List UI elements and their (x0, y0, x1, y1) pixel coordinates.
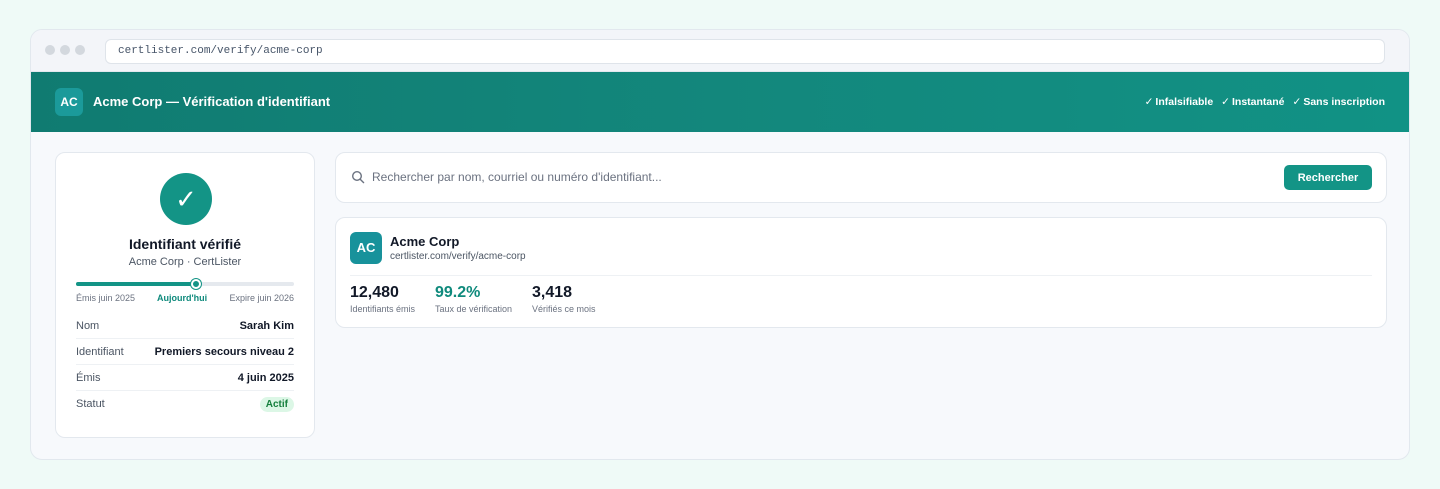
window-minimize-dot[interactable] (60, 45, 70, 55)
org-card-logo: AC (350, 232, 382, 264)
stat-label: Identifiants émis (350, 304, 416, 314)
feature-badge: ✓ Sans inscription (1293, 96, 1386, 108)
verified-check-icon: ✓ (160, 173, 212, 225)
detail-label: Identifiant (76, 345, 124, 358)
stat-label: Taux de vérification (435, 304, 513, 314)
credential-title: Identifiant vérifié (128, 236, 242, 252)
stat-value: 12,480 (350, 284, 399, 301)
window-zoom-dot[interactable] (75, 45, 85, 55)
search-button[interactable]: Rechercher (1284, 165, 1372, 190)
credential-card: ✓ Identifiant vérifié Acme Corp · CertLi… (55, 152, 315, 438)
stat-verified-month: 3,418 Vérifiés ce mois (532, 284, 596, 314)
browser-chrome: certlister.com/verify/acme-corp (31, 30, 1409, 72)
feature-badge-label: Instantané (1231, 96, 1285, 108)
detail-label: Émis (76, 371, 101, 384)
feature-badge-label: Infalsifiable (1155, 96, 1214, 108)
validity-progress-fill (76, 282, 196, 286)
browser-window: certlister.com/verify/acme-corp AC Acme … (30, 29, 1410, 460)
search-icon (351, 170, 365, 184)
detail-row-issued: Émis 4 juin 2025 (76, 365, 294, 391)
detail-row-name: Nom Sarah Kim (76, 313, 294, 339)
detail-value: 4 juin 2025 (237, 371, 294, 384)
page-header: AC Acme Corp — Vérification d'identifian… (31, 72, 1409, 132)
detail-label: Statut (76, 398, 105, 410)
credential-details: Nom Sarah Kim Identifiant Premiers secou… (76, 313, 294, 417)
check-icon: ✓ (1221, 96, 1230, 108)
detail-value: Sarah Kim (239, 319, 294, 332)
divider (350, 275, 1372, 276)
stat-label: Vérifiés ce mois (532, 304, 596, 314)
today-label: Aujourd'hui (157, 293, 208, 303)
feature-badges: ✓ Infalsifiable ✓ Instantané ✓ Sans inscrip… (1145, 96, 1385, 108)
search-input[interactable] (372, 165, 1272, 189)
issued-label: Émis juin 2025 (76, 293, 136, 303)
detail-label: Nom (76, 319, 100, 332)
address-bar[interactable]: certlister.com/verify/acme-corp (105, 39, 1385, 64)
stat-issued: 12,480 Identifiants émis (350, 284, 415, 314)
today-marker (190, 279, 201, 289)
search-bar: Rechercher (335, 152, 1387, 203)
org-name: Acme Corp (390, 234, 460, 249)
feature-badge: ✓ Instantané (1221, 96, 1284, 108)
check-icon: ✓ (1292, 96, 1302, 108)
org-logo: AC (55, 88, 83, 116)
expires-label: Expire juin 2026 (229, 293, 294, 303)
status-badge: Actif (259, 396, 294, 412)
validity-progress-bar (76, 279, 294, 289)
feature-badge-label: Sans inscription (1303, 96, 1385, 108)
window-close-dot[interactable] (45, 45, 55, 55)
detail-value: Premiers secours niveau 2 (154, 345, 294, 358)
org-card: AC Acme Corp certlister.com/verify/acme-… (335, 217, 1387, 328)
detail-row-credential: Identifiant Premiers secours niveau 2 (76, 339, 294, 365)
stat-verification-rate: 99.2% Taux de vérification (435, 284, 512, 314)
check-icon: ✓ (1144, 96, 1154, 108)
stat-value: 3,418 (532, 284, 573, 301)
stat-value: 99.2% (435, 284, 481, 301)
detail-row-status: Statut Actif (76, 391, 294, 417)
page-title: Acme Corp — Vérification d'identifiant (93, 94, 331, 109)
org-url[interactable]: certlister.com/verify/acme-corp (390, 251, 526, 262)
credential-subtitle: Acme Corp · CertLister (128, 256, 242, 268)
feature-badge: ✓ Infalsifiable (1145, 96, 1214, 108)
